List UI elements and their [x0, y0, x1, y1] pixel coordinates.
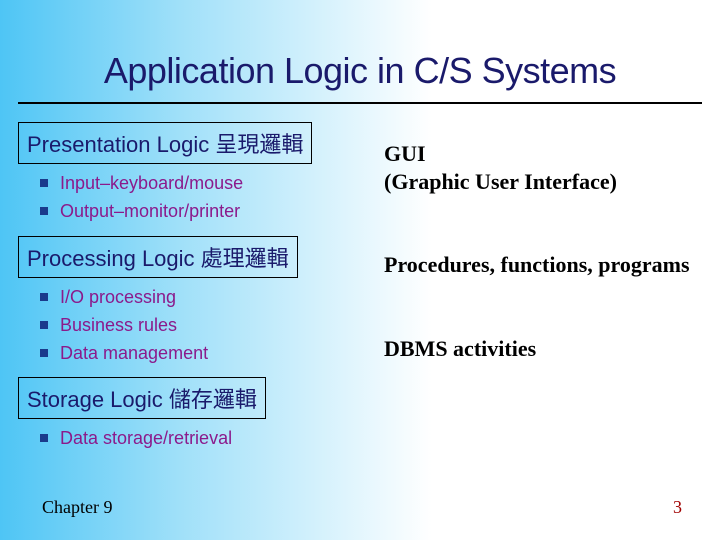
section-header-en: Processing Logic: [27, 246, 201, 271]
section-header-cjk: 儲存邏輯: [169, 387, 257, 412]
list-item: Output–monitor/printer: [60, 198, 356, 226]
list-item: I/O processing: [60, 284, 356, 312]
right-column: GUI(Graphic User Interface) Procedures, …: [356, 122, 702, 463]
bullet-list: I/O processing Business rules Data manag…: [18, 284, 356, 368]
slide-content: Presentation Logic 呈現邏輯 Input–keyboard/m…: [0, 122, 720, 463]
list-item: Input–keyboard/mouse: [60, 170, 356, 198]
section-storage: Storage Logic 儲存邏輯 Data storage/retrieva…: [18, 377, 356, 453]
left-column: Presentation Logic 呈現邏輯 Input–keyboard/m…: [18, 122, 356, 463]
list-item: Data management: [60, 340, 356, 368]
section-processing: Processing Logic 處理邏輯 I/O processing Bus…: [18, 236, 356, 368]
list-item: Business rules: [60, 312, 356, 340]
section-header-en: Presentation Logic: [27, 132, 215, 157]
section-header-storage: Storage Logic 儲存邏輯: [18, 377, 266, 419]
page-number: 3: [673, 497, 682, 518]
footer-chapter: Chapter 9: [42, 497, 112, 518]
annotation-dbms: DBMS activities: [384, 335, 702, 363]
bullet-list: Data storage/retrieval: [18, 425, 356, 453]
annotation-gui: GUI(Graphic User Interface): [384, 140, 702, 195]
section-header-cjk: 處理邏輯: [201, 246, 289, 271]
list-item: Data storage/retrieval: [60, 425, 356, 453]
bullet-list: Input–keyboard/mouse Output–monitor/prin…: [18, 170, 356, 226]
section-header-en: Storage Logic: [27, 387, 169, 412]
section-presentation: Presentation Logic 呈現邏輯 Input–keyboard/m…: [18, 122, 356, 226]
section-header-presentation: Presentation Logic 呈現邏輯: [18, 122, 312, 164]
section-header-cjk: 呈現邏輯: [215, 132, 303, 157]
slide-title: Application Logic in C/S Systems: [18, 0, 702, 104]
annotation-procedures: Procedures, functions, programs: [384, 251, 702, 279]
section-header-processing: Processing Logic 處理邏輯: [18, 236, 298, 278]
